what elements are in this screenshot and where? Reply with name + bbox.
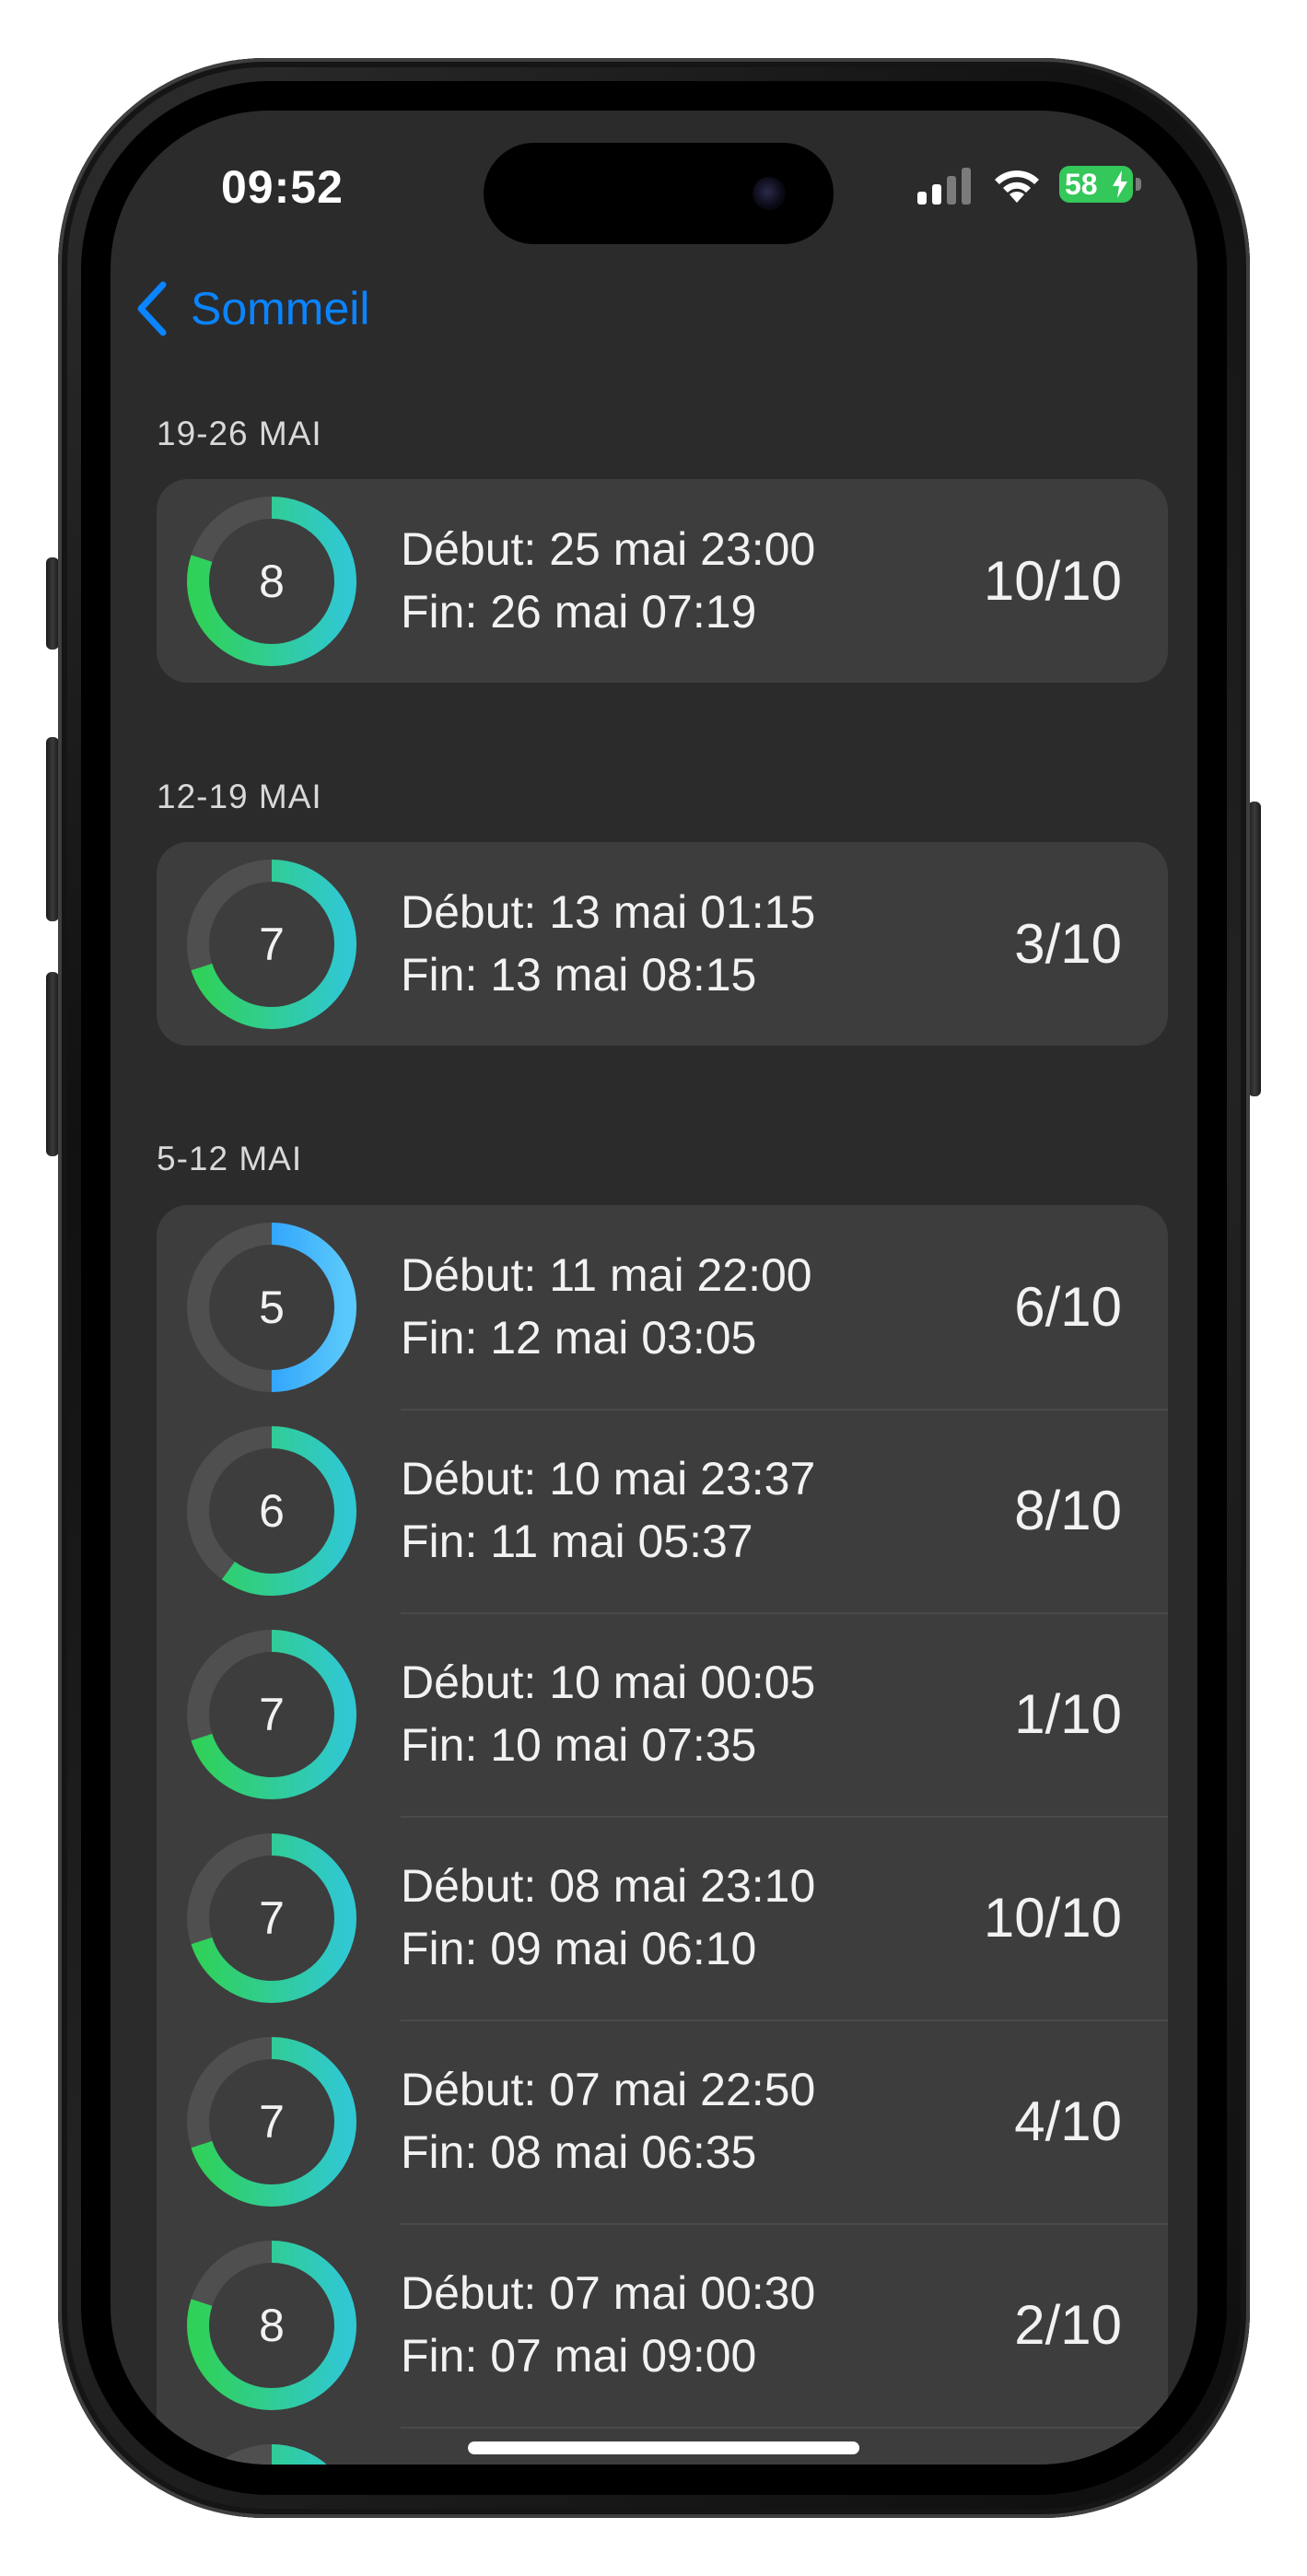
- sleep-rating: 8/10: [1014, 1480, 1122, 1541]
- sleep-score-ring: 7: [185, 2035, 358, 2208]
- sleep-score-value: [185, 2442, 358, 2465]
- sleep-score-value: 5: [259, 1282, 285, 1333]
- status-time: 09:52: [221, 161, 344, 213]
- sleep-end-time: Fin: 10 mai 07:35: [401, 1719, 757, 1771]
- dynamic-island: [484, 143, 834, 244]
- battery-percent: 58: [1065, 168, 1098, 201]
- back-label: Sommeil: [191, 283, 370, 334]
- section-header: 5-12 MAI: [157, 1140, 303, 1177]
- sleep-score-value: 7: [259, 1892, 285, 1944]
- screen: 09:52 58 Sommeil 19-26 MAI 8 Début: 25 m…: [111, 111, 1197, 2465]
- sleep-score-ring: 8: [185, 495, 358, 668]
- sleep-score-ring: 7: [185, 858, 358, 1031]
- sleep-rating: 10/10: [983, 1887, 1122, 1949]
- sleep-score-value: 6: [259, 1485, 285, 1537]
- sleep-rating: 1/10: [1014, 1683, 1122, 1745]
- sleep-times: Début: 10 mai 00:05 Fin: 10 mai 07:35: [401, 1651, 815, 1776]
- sleep-card: 7 Début: 13 mai 01:15 Fin: 13 mai 08:15 3/1…: [157, 842, 1168, 1046]
- sleep-entry-row[interactable]: 8 Début: 07 mai 00:30 Fin: 07 mai 09:00 2/1…: [157, 2223, 1168, 2427]
- sleep-score-value: 7: [259, 919, 285, 970]
- sleep-score-value: 7: [259, 2096, 285, 2148]
- sleep-start-time: Début: 10 mai 23:37: [401, 1453, 816, 1505]
- sleep-score-ring: 7: [185, 1628, 358, 1801]
- sleep-end-time: Fin: 09 mai 06:10: [401, 1923, 757, 1974]
- back-button[interactable]: Sommeil: [134, 272, 369, 345]
- sleep-rating: 3/10: [1014, 913, 1122, 975]
- cellular-signal-icon: [917, 168, 971, 205]
- sleep-times: Début: 07 mai 00:30 Fin: 07 mai 09:00: [401, 2262, 815, 2387]
- sleep-start-time: Début: 11 mai 22:00: [401, 1249, 812, 1301]
- sleep-end-time: Fin: 11 mai 05:37: [401, 1516, 753, 1567]
- sleep-start-time: Début: 10 mai 00:05: [401, 1657, 816, 1708]
- sleep-start-time: Début: 25 mai 23:00: [401, 523, 816, 575]
- sleep-score-ring: [185, 2442, 358, 2465]
- section-header: 19-26 MAI: [157, 415, 322, 452]
- sleep-entry-row[interactable]: 7 Début: 10 mai 00:05 Fin: 10 mai 07:35 1/1…: [157, 1612, 1168, 1816]
- battery-indicator: 58: [1059, 166, 1142, 203]
- sleep-times: Début: 07 mai 22:50 Fin: 08 mai 06:35: [401, 2058, 815, 2184]
- sleep-rating: 4/10: [1014, 2090, 1122, 2152]
- sleep-start-time: Début: 13 mai 01:15: [401, 886, 816, 938]
- sleep-start-time: Début: 07 mai 00:30: [401, 2267, 816, 2319]
- sleep-times: Début: 10 mai 23:37 Fin: 11 mai 05:37: [401, 1447, 815, 1573]
- sleep-end-time: Fin: 12 mai 03:05: [401, 1312, 757, 1364]
- sleep-score-ring: 5: [185, 1221, 358, 1394]
- device-mockup: 09:52 58 Sommeil 19-26 MAI 8 Début: 25 m…: [0, 0, 1307, 2576]
- sleep-entry-row[interactable]: 6 Début: 10 mai 23:37 Fin: 11 mai 05:37 8/1…: [157, 1409, 1168, 1612]
- power-button: [1248, 802, 1261, 1096]
- sleep-score-ring: 8: [185, 2239, 358, 2412]
- sleep-card: 8 Début: 25 mai 23:00 Fin: 26 mai 07:19 10/…: [157, 479, 1168, 683]
- action-button: [46, 557, 59, 650]
- home-indicator[interactable]: [468, 2441, 859, 2454]
- volume-up-button: [46, 737, 59, 921]
- sleep-score-value: 7: [259, 1689, 285, 1740]
- sleep-rating: 2/10: [1014, 2294, 1122, 2356]
- sleep-rating: 10/10: [983, 550, 1122, 612]
- sleep-entry-row[interactable]: 7 Début: 07 mai 22:50 Fin: 08 mai 06:35 4/1…: [157, 2020, 1168, 2223]
- sleep-score-ring: 7: [185, 1832, 358, 2005]
- sleep-rating: 6/10: [1014, 1276, 1122, 1338]
- wifi-icon: [995, 170, 1039, 203]
- sleep-end-time: Fin: 08 mai 06:35: [401, 2126, 757, 2178]
- sleep-start-time: Début: 07 mai 22:50: [401, 2064, 816, 2115]
- sleep-score-value: 8: [259, 2300, 285, 2351]
- sleep-end-time: Fin: 07 mai 09:00: [401, 2330, 757, 2382]
- battery-tip: [1136, 178, 1141, 191]
- sleep-times: Début: 25 mai 23:00 Fin: 26 mai 07:19: [401, 518, 815, 643]
- section-header: 12-19 MAI: [157, 778, 322, 815]
- sleep-entry-row[interactable]: 7 Début: 13 mai 01:15 Fin: 13 mai 08:15 3/1…: [157, 842, 1168, 1046]
- volume-down-button: [46, 972, 59, 1156]
- sleep-times: Début: 08 mai 23:10 Fin: 09 mai 06:10: [401, 1855, 815, 1980]
- sleep-entry-row[interactable]: 8 Début: 25 mai 23:00 Fin: 26 mai 07:19 10/…: [157, 479, 1168, 683]
- sleep-start-time: Début: 08 mai 23:10: [401, 1860, 816, 1912]
- sleep-times: Début: 11 mai 22:00 Fin: 12 mai 03:05: [401, 1244, 812, 1369]
- chevron-left-icon: [137, 281, 167, 336]
- charging-bolt-icon: [1113, 170, 1127, 198]
- sleep-times: Début: 13 mai 01:15 Fin: 13 mai 08:15: [401, 881, 815, 1006]
- sleep-score-ring: 6: [185, 1424, 358, 1598]
- sleep-end-time: Fin: 26 mai 07:19: [401, 586, 757, 638]
- sleep-entry-row[interactable]: 5 Début: 11 mai 22:00 Fin: 12 mai 03:05 6/1…: [157, 1205, 1168, 1409]
- sleep-card: 5 Début: 11 mai 22:00 Fin: 12 mai 03:05 6/1…: [157, 1205, 1168, 2465]
- sleep-entry-row[interactable]: 7 Début: 08 mai 23:10 Fin: 09 mai 06:10 10/…: [157, 1816, 1168, 2020]
- front-camera-icon: [753, 177, 786, 210]
- sleep-score-value: 8: [259, 556, 285, 607]
- sleep-end-time: Fin: 13 mai 08:15: [401, 949, 757, 1001]
